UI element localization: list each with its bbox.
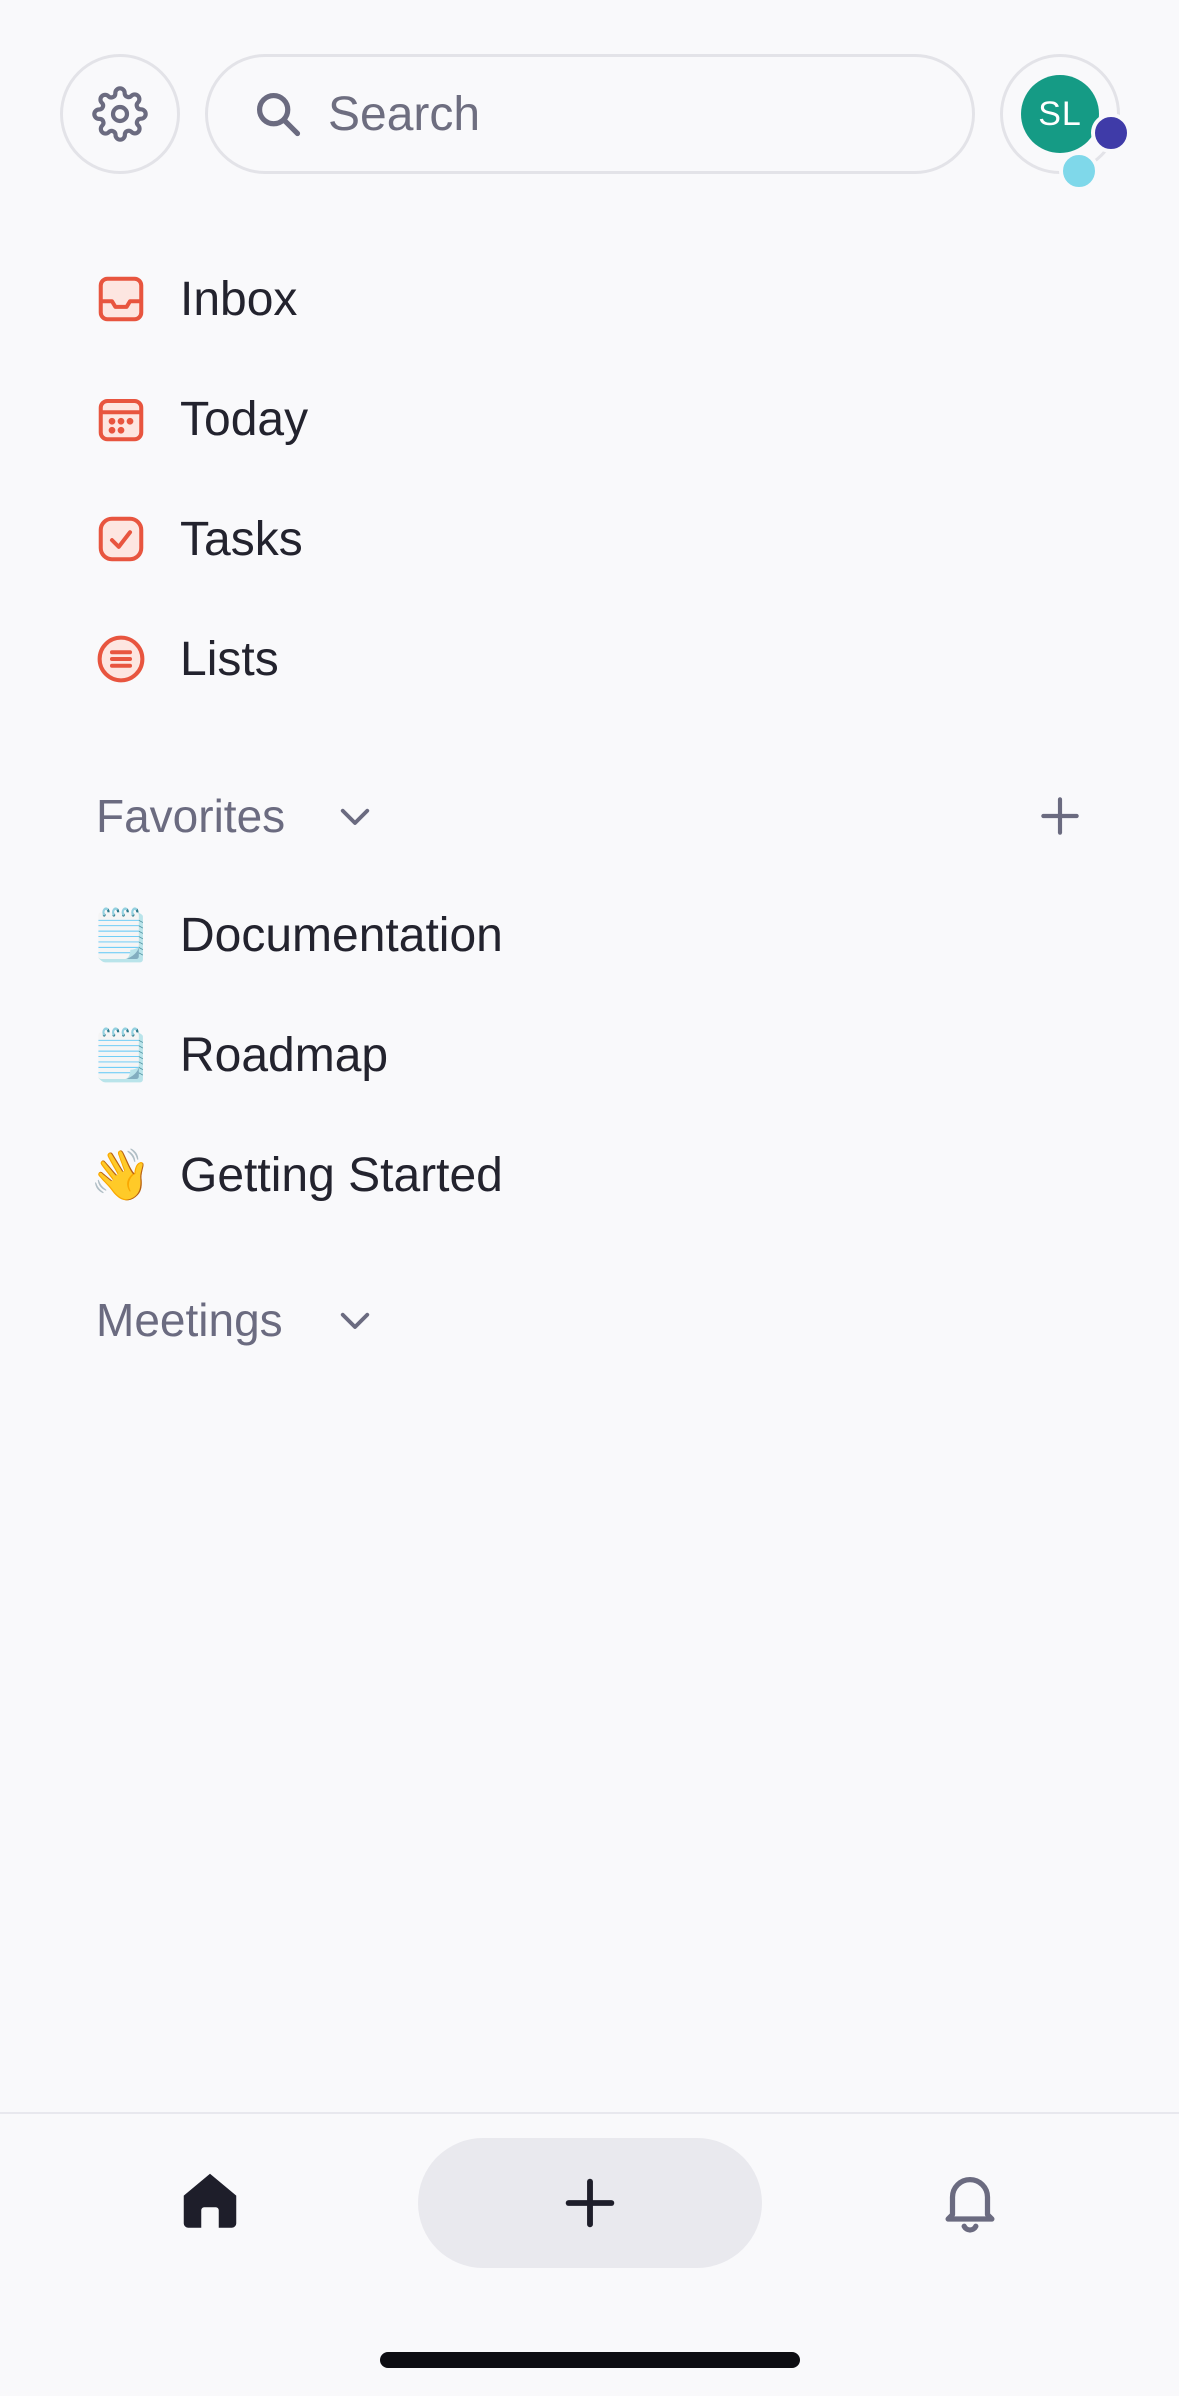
favorite-item-documentation[interactable]: 🗒️ Documentation [0, 880, 1179, 990]
favorite-item-label: Documentation [180, 908, 503, 962]
avatar-initials: SL [1038, 94, 1082, 133]
tab-home[interactable] [170, 2160, 250, 2240]
meetings-section-header[interactable]: Meetings [0, 1270, 1179, 1370]
search-input[interactable] [328, 86, 928, 142]
chevron-down-icon [340, 808, 370, 825]
add-favorite-button[interactable] [1030, 786, 1090, 846]
notepad-icon: 🗒️ [89, 906, 153, 964]
chevron-down-icon [340, 1312, 370, 1329]
nav-item-label: Today [180, 392, 309, 446]
app-screen: SL Inbox Today [0, 0, 1179, 2396]
favorite-item-label: Getting Started [180, 1148, 503, 1202]
nav-item-label: Lists [180, 632, 279, 686]
favorites-section-header[interactable]: Favorites [0, 766, 1179, 866]
status-badge [1059, 151, 1099, 191]
section-title: Favorites [96, 790, 286, 842]
list-icon [94, 632, 148, 686]
nav-item-inbox[interactable]: Inbox [0, 244, 1179, 354]
notepad-icon: 🗒️ [89, 1026, 153, 1084]
favorite-item-roadmap[interactable]: 🗒️ Roadmap [0, 1000, 1179, 1110]
search-bar[interactable] [205, 54, 975, 174]
nav-item-label: Tasks [180, 512, 303, 566]
favorite-item-label: Roadmap [180, 1028, 389, 1082]
create-button[interactable] [418, 2138, 762, 2268]
avatar: SL [1021, 75, 1099, 153]
section-title: Meetings [96, 1294, 283, 1346]
waving-hand-icon: 👋 [89, 1146, 153, 1204]
workspace-badge [1091, 113, 1131, 153]
bell-icon [945, 2176, 995, 2233]
plus-icon [565, 2178, 615, 2228]
nav-item-today[interactable]: Today [0, 364, 1179, 474]
nav-item-tasks[interactable]: Tasks [0, 484, 1179, 594]
gear-icon [92, 86, 148, 142]
search-icon [256, 92, 301, 137]
plus-icon [1041, 797, 1079, 835]
nav-item-lists[interactable]: Lists [0, 604, 1179, 714]
settings-button[interactable] [60, 54, 180, 174]
tab-notifications[interactable] [930, 2160, 1010, 2240]
bottom-bar-divider [0, 2112, 1179, 2114]
nav-item-label: Inbox [180, 272, 298, 326]
profile-button[interactable]: SL [1000, 54, 1131, 191]
favorite-item-getting-started[interactable]: 👋 Getting Started [0, 1120, 1179, 1230]
home-icon [183, 2173, 237, 2228]
inbox-icon [94, 272, 148, 326]
calendar-icon [94, 392, 148, 446]
home-indicator [380, 2352, 800, 2368]
task-check-icon [94, 512, 148, 566]
